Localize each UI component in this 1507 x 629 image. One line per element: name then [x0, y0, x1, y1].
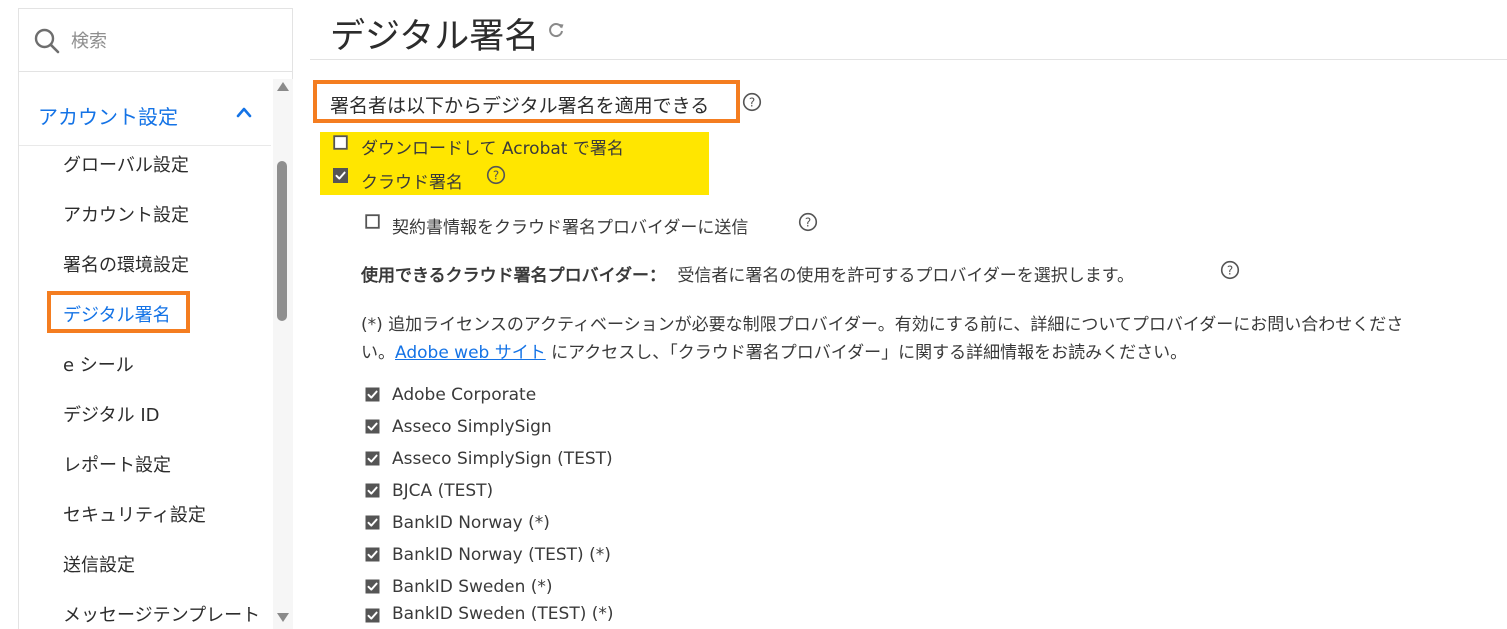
svg-text:?: ? — [749, 96, 755, 110]
svg-text:?: ? — [805, 216, 811, 230]
note-prefix: い。 — [361, 343, 395, 363]
sidebar: アカウント設定 グローバル設定 アカウント設定 署名の環境設定 デジタル署名 e… — [18, 8, 293, 629]
restricted-providers-note-continued: い。Adobe web サイト にアクセスし、「クラウド署名プロバイダー」に関す… — [361, 338, 1187, 363]
providers-description: 受信者に署名の使用を許可するプロバイダーを選択します。 — [677, 266, 1135, 286]
sidebar-item-global-settings[interactable]: グローバル設定 — [63, 151, 189, 177]
provider-label: Adobe Corporate — [392, 385, 537, 405]
search-icon — [34, 28, 60, 54]
provider-checkbox[interactable] — [365, 387, 380, 402]
sidebar-item-report-settings[interactable]: レポート設定 — [63, 451, 171, 477]
providers-heading: 使用できるクラウド署名プロバイダー： — [361, 266, 666, 286]
help-icon[interactable]: ? — [486, 165, 506, 185]
download-acrobat-label: ダウンロードして Acrobat で署名 — [361, 139, 624, 159]
svg-text:?: ? — [1227, 264, 1233, 278]
provider-label: BankID Sweden (*) — [392, 577, 553, 597]
svg-text:?: ? — [493, 169, 499, 183]
sidebar-section-label: アカウント設定 — [38, 105, 178, 129]
provider-checkbox[interactable] — [365, 419, 380, 434]
provider-label: BJCA (TEST) — [392, 481, 494, 501]
sidebar-item-message-templates[interactable]: メッセージテンプレート — [63, 601, 260, 627]
provider-label: BankID Norway (TEST) (*) — [392, 545, 611, 565]
cloud-signature-label: クラウド署名 — [361, 173, 463, 193]
refresh-icon[interactable] — [546, 20, 566, 40]
sidebar-section-account-settings[interactable]: アカウント設定 — [19, 79, 271, 146]
cloud-signature-checkbox[interactable] — [333, 168, 348, 183]
provider-label: Asseco SimplySign (TEST) — [392, 449, 613, 469]
title-divider — [310, 59, 1507, 60]
scrollbar-thumb[interactable] — [277, 161, 287, 321]
note-suffix: にアクセスし、「クラウド署名プロバイダー」に関する詳細情報をお読みください。 — [545, 343, 1188, 363]
sidebar-item-e-seals[interactable]: e シール — [63, 351, 134, 377]
help-icon[interactable]: ? — [1220, 260, 1240, 280]
page-title: デジタル署名 — [330, 17, 540, 57]
send-agreement-info-label: 契約書情報をクラウド署名プロバイダーに送信 — [392, 218, 749, 238]
restricted-providers-note: (*) 追加ライセンスのアクティベーションが必要な制限プロバイダー。有効にする前… — [361, 315, 1404, 335]
sidebar-item-account-settings[interactable]: アカウント設定 — [63, 201, 189, 227]
provider-checkbox[interactable] — [365, 579, 380, 594]
sidebar-item-signature-preferences[interactable]: 署名の環境設定 — [63, 251, 189, 277]
sidebar-item-digital-id[interactable]: デジタル ID — [63, 401, 160, 427]
download-acrobat-checkbox[interactable] — [333, 135, 348, 150]
sidebar-item-security-settings[interactable]: セキュリティ設定 — [63, 501, 206, 527]
search-input[interactable] — [71, 27, 271, 55]
chevron-up-icon[interactable] — [235, 105, 253, 119]
provider-checkbox[interactable] — [365, 483, 380, 498]
provider-label: Asseco SimplySign — [392, 417, 552, 437]
provider-checkbox[interactable] — [365, 608, 380, 623]
provider-checkbox[interactable] — [365, 451, 380, 466]
provider-label: BankID Sweden (TEST) (*) — [392, 604, 614, 624]
send-agreement-info-checkbox[interactable] — [365, 214, 380, 229]
providers-heading-line: 使用できるクラウド署名プロバイダー： 受信者に署名の使用を許可するプロバイダーを… — [361, 261, 1134, 286]
sidebar-item-send-settings[interactable]: 送信設定 — [63, 551, 135, 577]
sidebar-item-digital-signatures[interactable]: デジタル署名 — [63, 301, 171, 327]
provider-checkbox[interactable] — [365, 515, 380, 530]
help-icon[interactable]: ? — [798, 212, 818, 232]
adobe-website-link[interactable]: Adobe web サイト — [395, 343, 546, 363]
provider-checkbox[interactable] — [365, 547, 380, 562]
provider-label: BankID Norway (*) — [392, 513, 550, 533]
section-title: 署名者は以下からデジタル署名を適用できる — [330, 95, 710, 117]
scroll-up-arrow-icon[interactable] — [275, 79, 291, 95]
help-icon[interactable]: ? — [742, 92, 762, 112]
search-bar — [19, 9, 292, 72]
